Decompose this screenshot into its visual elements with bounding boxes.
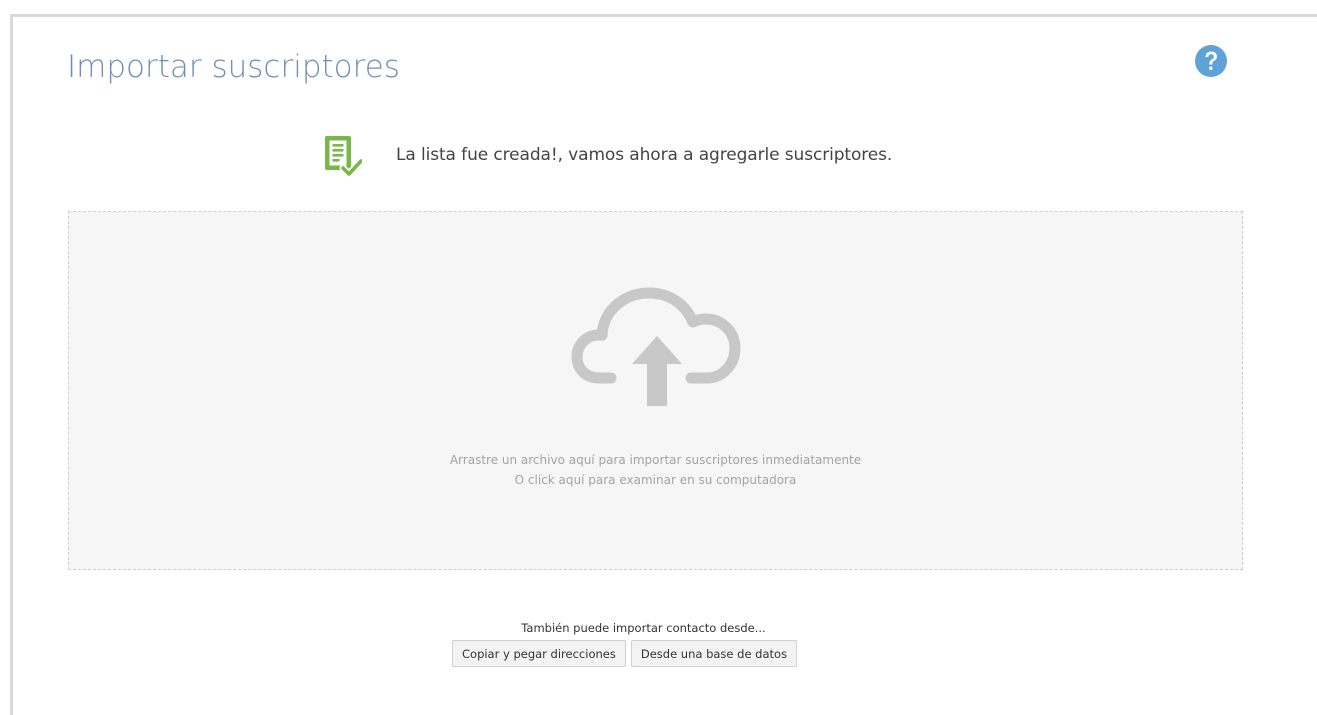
page-title: Importar suscriptores (67, 49, 400, 85)
notice-message: La lista fue creada!, vamos ahora a agre… (396, 145, 893, 165)
dropzone-line-drag: Arrastre un archivo aquí para importar s… (449, 453, 862, 467)
alternative-import-label: También puede importar contacto desde... (521, 621, 766, 635)
cloud-upload-icon (571, 287, 741, 406)
copy-paste-addresses-button[interactable]: Copiar y pegar direcciones (452, 640, 626, 667)
question-circle-icon[interactable] (1194, 44, 1228, 78)
success-notice: La lista fue creada!, vamos ahora a agre… (324, 133, 892, 177)
dropzone-instructions: Arrastre un archivo aquí para importar s… (69, 450, 1242, 490)
from-database-button[interactable]: Desde una base de datos (630, 640, 798, 667)
alternative-import-buttons: Copiar y pegar direcciones Desde una bas… (452, 640, 798, 667)
file-dropzone[interactable]: Arrastre un archivo aquí para importar s… (68, 211, 1243, 570)
list-check-icon (325, 136, 362, 177)
dropzone-line-browse: O click aquí para examinar en su computa… (514, 473, 797, 487)
